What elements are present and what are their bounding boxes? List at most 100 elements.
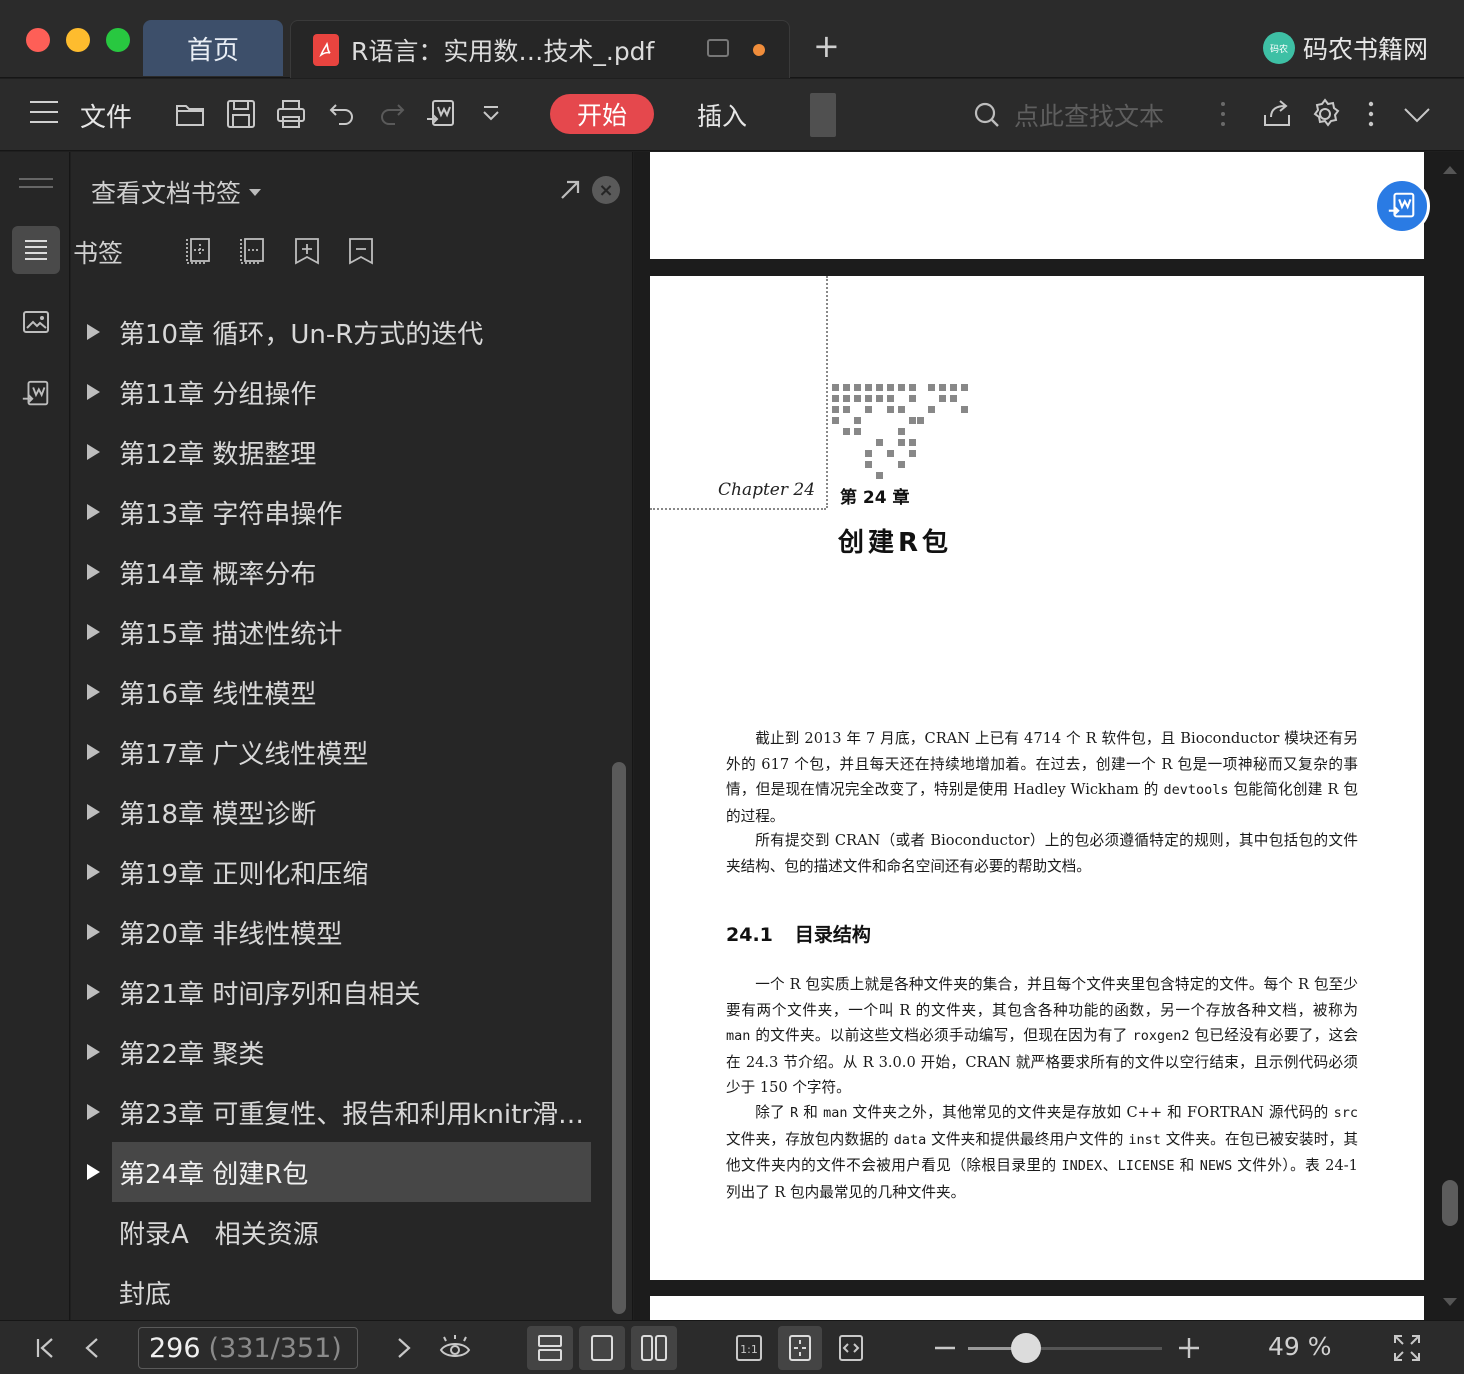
monitor-icon[interactable] xyxy=(707,39,729,57)
fullscreen-icon[interactable] xyxy=(1390,1331,1424,1365)
expand-arrow-icon[interactable] xyxy=(87,1164,100,1180)
fit-page-icon[interactable] xyxy=(778,1326,822,1370)
expand-arrow-icon[interactable] xyxy=(87,924,100,940)
window-close-button[interactable] xyxy=(26,28,50,52)
bookmark-item[interactable]: 第18章 模型诊断 xyxy=(71,782,611,842)
next-page-icon[interactable] xyxy=(386,1331,420,1365)
bookmark-item-selected[interactable]: 第24章 创建R包 xyxy=(87,1142,591,1202)
chevron-down-icon[interactable] xyxy=(1400,97,1434,131)
more-tools-dropdown-icon[interactable] xyxy=(474,97,508,131)
two-page-view-icon[interactable] xyxy=(631,1326,677,1370)
expand-arrow-icon[interactable] xyxy=(87,324,100,340)
panel-title-dropdown[interactable]: 查看文档书签 xyxy=(91,174,262,210)
more-options-icon[interactable] xyxy=(1354,97,1388,131)
add-bookmark-icon[interactable] xyxy=(185,236,213,266)
export-image-icon[interactable] xyxy=(424,97,458,131)
zoom-out-icon[interactable] xyxy=(928,1331,962,1365)
bookmark-label: 附录A 相关资源 xyxy=(119,1219,319,1250)
expand-arrow-icon[interactable] xyxy=(87,504,100,520)
pop-out-icon[interactable] xyxy=(558,178,582,202)
expand-arrow-icon[interactable] xyxy=(87,444,100,460)
zoom-level[interactable]: 49 % xyxy=(1268,1332,1332,1361)
bookmark-item[interactable]: 第20章 非线性模型 xyxy=(71,902,611,962)
expand-arrow-icon[interactable] xyxy=(87,1104,100,1120)
actual-size-icon[interactable]: 1:1 xyxy=(732,1331,766,1365)
expand-arrow-icon[interactable] xyxy=(87,804,100,820)
bookmark-label: 第14章 概率分布 xyxy=(119,559,317,590)
scroll-up-arrow-icon[interactable] xyxy=(1443,166,1457,174)
search-options-icon[interactable] xyxy=(1206,97,1240,131)
redo-icon[interactable] xyxy=(374,97,408,131)
more-tabs-button[interactable] xyxy=(810,93,836,137)
bookmark-item[interactable]: 第17章 广义线性模型 xyxy=(71,722,611,782)
bookmark-item[interactable]: 第14章 概率分布 xyxy=(71,542,611,602)
bookmark-item[interactable]: 第19章 正则化和压缩 xyxy=(71,842,611,902)
bookmark-item[interactable]: 第12章 数据整理 xyxy=(71,422,611,482)
expand-arrow-icon[interactable] xyxy=(87,684,100,700)
continuous-scroll-view-icon[interactable] xyxy=(527,1326,573,1370)
bookmark-item[interactable]: 第16章 线性模型 xyxy=(71,662,611,722)
window-minimize-button[interactable] xyxy=(66,28,90,52)
panel-scrollbar-thumb[interactable] xyxy=(612,762,626,1314)
collapse-bookmarks-icon[interactable] xyxy=(347,236,375,266)
bookmark-item[interactable]: 第22章 聚类 xyxy=(71,1022,611,1082)
scroll-down-arrow-icon[interactable] xyxy=(1443,1298,1457,1306)
page-number-input[interactable]: 296 (331/351) xyxy=(138,1327,358,1369)
eye-protection-icon[interactable] xyxy=(438,1331,472,1365)
remove-bookmark-icon[interactable] xyxy=(239,236,267,266)
tab-start[interactable]: 开始 xyxy=(550,94,654,134)
expand-bookmarks-icon[interactable] xyxy=(293,236,321,266)
bookmark-item[interactable]: 第23章 可重复性、报告和利用knitr滑… xyxy=(71,1082,611,1142)
save-icon[interactable] xyxy=(224,97,258,131)
new-tab-button[interactable]: + xyxy=(813,30,840,62)
unsaved-indicator-icon xyxy=(753,44,765,56)
bookmark-item[interactable]: 第15章 描述性统计 xyxy=(71,602,611,662)
single-page-view-icon[interactable] xyxy=(579,1326,625,1370)
tab-insert[interactable]: 插入 xyxy=(697,97,747,133)
expand-arrow-icon[interactable] xyxy=(87,384,100,400)
thumbnails-panel-button[interactable] xyxy=(12,298,60,346)
previous-page xyxy=(650,152,1424,259)
bookmark-label: 第19章 正则化和压缩 xyxy=(119,859,369,890)
expand-arrow-icon[interactable] xyxy=(87,564,100,580)
print-icon[interactable] xyxy=(274,97,308,131)
fit-width-icon[interactable] xyxy=(834,1331,868,1365)
previous-page-icon[interactable] xyxy=(76,1331,110,1365)
expand-arrow-icon[interactable] xyxy=(87,1044,100,1060)
settings-gear-icon[interactable] xyxy=(1308,97,1342,131)
bookmark-item[interactable]: 第21章 时间序列和自相关 xyxy=(71,962,611,1022)
expand-arrow-icon[interactable] xyxy=(87,984,100,1000)
expand-arrow-icon[interactable] xyxy=(87,744,100,760)
tab-document[interactable]: R语言：实用数…技术_.pdf xyxy=(290,20,790,78)
undo-icon[interactable] xyxy=(326,97,360,131)
search-box[interactable]: 点此查找文本 xyxy=(972,97,1164,133)
expand-arrow-icon[interactable] xyxy=(87,864,100,880)
file-menu[interactable]: 文件 xyxy=(80,97,132,134)
brand[interactable]: 码农 码农书籍网 xyxy=(1262,30,1428,66)
bookmark-item[interactable]: 封底 xyxy=(71,1262,611,1322)
bookmark-label: 封底 xyxy=(119,1279,172,1310)
hamburger-menu-icon[interactable] xyxy=(30,101,58,123)
zoom-slider-handle[interactable] xyxy=(1011,1333,1042,1363)
bookmark-list: 第10章 循环，Un-R方式的迭代 第11章 分组操作 第12章 数据整理 第1… xyxy=(71,302,611,1322)
close-panel-button[interactable]: × xyxy=(592,176,620,204)
bookmark-item[interactable]: 第13章 字符串操作 xyxy=(71,482,611,542)
zoom-in-icon[interactable] xyxy=(1172,1331,1206,1365)
bookmarks-panel-button[interactable] xyxy=(12,226,60,274)
drag-handle-icon[interactable] xyxy=(19,178,53,194)
convert-panel-button[interactable] xyxy=(12,370,60,418)
chapter-ornament-line xyxy=(650,508,826,510)
document-viewport[interactable]: Chapter 24 第 24 章 创建R包 截止到 2013 年 7 月底，C… xyxy=(634,152,1464,1320)
tab-home[interactable]: 首页 xyxy=(143,20,283,76)
window-maximize-button[interactable] xyxy=(106,28,130,52)
bookmark-item[interactable]: 第10章 循环，Un-R方式的迭代 xyxy=(71,302,611,362)
expand-arrow-icon[interactable] xyxy=(87,624,100,640)
document-scrollbar-thumb[interactable] xyxy=(1442,1180,1458,1226)
bookmark-item[interactable]: 第11章 分组操作 xyxy=(71,362,611,422)
search-input[interactable]: 点此查找文本 xyxy=(1014,97,1164,133)
first-page-icon[interactable] xyxy=(28,1331,62,1365)
open-folder-icon[interactable] xyxy=(174,97,208,131)
share-icon[interactable] xyxy=(1260,97,1294,131)
bookmark-item[interactable]: 附录A 相关资源 xyxy=(71,1202,611,1262)
convert-floating-button[interactable] xyxy=(1374,178,1430,234)
